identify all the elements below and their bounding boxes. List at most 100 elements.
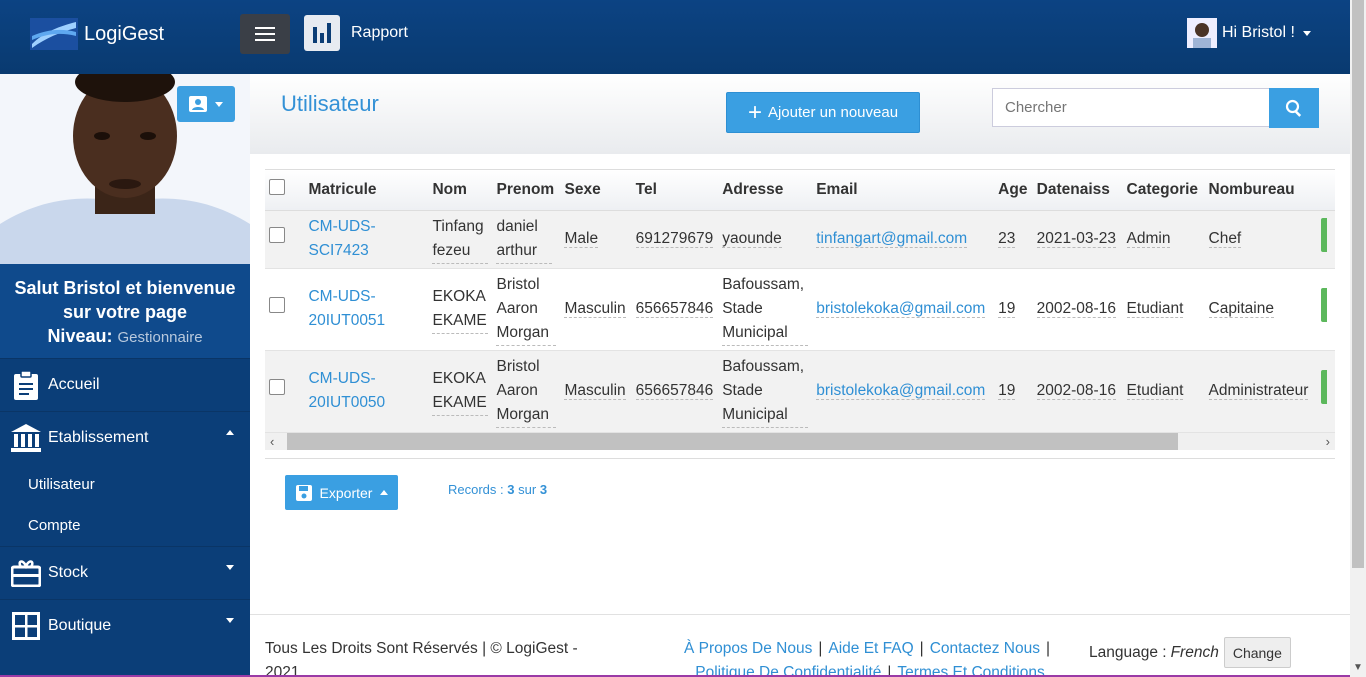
email-link[interactable]: bristolekoka@gmail.com [816, 382, 986, 400]
sidebar-item-stock[interactable]: Stock [0, 546, 250, 599]
language-label: Language : [1089, 643, 1167, 661]
chevron-up-icon [380, 490, 389, 495]
chevron-down-icon [1302, 30, 1311, 36]
contact-card-icon [189, 96, 207, 112]
row-action-button[interactable] [1320, 288, 1327, 322]
welcome-text: Salut Bristol et bienvenue sur votre pag… [14, 278, 236, 322]
sidebar-subitem-label: Utilisateur [28, 476, 95, 493]
top-navbar: LogiGest Rapport Hi Bristol ! [0, 0, 1350, 74]
search-input[interactable] [992, 88, 1269, 127]
search-bar [992, 88, 1319, 128]
records-shown: 3 [507, 482, 515, 497]
cell-nombureau: Capitaine [1208, 300, 1274, 318]
scrollbar-thumb[interactable] [1352, 0, 1364, 568]
col-header-datenaiss[interactable]: Datenaiss [1032, 170, 1123, 211]
level-label: Niveau: [47, 326, 113, 346]
matricule-link[interactable]: CM-UDS-SCI7423 [308, 215, 388, 263]
vertical-scrollbar[interactable]: ▼ [1350, 0, 1366, 677]
user-greeting: Hi Bristol ! [1222, 24, 1295, 41]
row-checkbox[interactable] [269, 297, 285, 313]
sidebar-item-label: Boutique [48, 617, 112, 634]
col-header-matricule[interactable]: Matricule [304, 170, 429, 211]
chevron-down-icon [226, 565, 234, 570]
col-header-prenom[interactable]: Prenom [492, 170, 561, 211]
table-row[interactable]: CM-UDS-20IUT0050 EKOKA EKAME Bristol Aar… [265, 350, 1335, 433]
row-checkbox[interactable] [269, 379, 285, 395]
row-action-button[interactable] [1320, 370, 1327, 404]
horizontal-scrollbar[interactable]: ‹ › [265, 433, 1335, 450]
footer-link-contact[interactable]: Contactez Nous [930, 640, 1040, 657]
cell-datenaiss: 2002-08-16 [1036, 300, 1116, 318]
row-action-button[interactable] [1320, 218, 1327, 252]
col-header-sexe[interactable]: Sexe [560, 170, 632, 211]
footer-link-about[interactable]: À Propos De Nous [684, 640, 812, 657]
cell-tel: 656657846 [635, 300, 714, 318]
brand[interactable]: LogiGest [30, 18, 164, 50]
row-checkbox[interactable] [269, 227, 285, 243]
bank-icon [10, 422, 42, 454]
avatar [1187, 18, 1217, 48]
change-language-button[interactable]: Change [1223, 637, 1291, 668]
cell-adresse: Bafoussam, Stade Municipal [722, 355, 809, 428]
user-dropdown[interactable]: Hi Bristol ! [1187, 18, 1311, 48]
cell-prenom: Bristol Aaron Morgan [496, 273, 557, 346]
col-header-adresse[interactable]: Adresse [718, 170, 813, 211]
cell-nom: EKOKA EKAME [432, 285, 489, 334]
sidebar-subitem-utilisateur[interactable]: Utilisateur [0, 464, 250, 505]
footer-link-faq[interactable]: Aide Et FAQ [828, 640, 913, 657]
language-switcher: Language : French Change [1089, 637, 1291, 668]
users-table-container: Matricule Nom Prenom Sexe Tel Adresse Em… [265, 169, 1335, 459]
select-all-checkbox[interactable] [269, 179, 285, 196]
sidebar-item-accueil[interactable]: Accueil [0, 358, 250, 411]
col-header-age[interactable]: Age [994, 170, 1033, 211]
scrollbar-thumb[interactable] [287, 433, 1178, 450]
sidebar-item-label: Accueil [48, 376, 100, 393]
add-new-button[interactable]: + Ajouter un nouveau [726, 92, 920, 133]
cell-prenom: daniel arthur [496, 215, 553, 264]
cell-categorie: Admin [1126, 230, 1171, 248]
email-link[interactable]: tinfangart@gmail.com [816, 230, 968, 248]
export-button[interactable]: Exporter [285, 475, 398, 510]
col-header-nom[interactable]: Nom [428, 170, 493, 211]
col-header-email[interactable]: Email [812, 170, 995, 211]
col-header-categorie[interactable]: Categorie [1122, 170, 1205, 211]
chevron-down-icon [215, 101, 223, 107]
export-label: Exporter [319, 484, 373, 501]
sidebar-subitem-compte[interactable]: Compte [0, 505, 250, 546]
scroll-right-icon[interactable]: › [1326, 433, 1330, 450]
cell-age: 23 [998, 230, 1016, 248]
cell-categorie: Etudiant [1126, 382, 1184, 400]
col-header-tel[interactable]: Tel [631, 170, 719, 211]
cell-categorie: Etudiant [1126, 300, 1184, 318]
hamburger-menu-button[interactable] [240, 14, 290, 54]
cell-tel: 656657846 [635, 382, 714, 400]
sidebar-item-etablissement[interactable]: Etablissement [0, 411, 250, 464]
matricule-link[interactable]: CM-UDS-20IUT0050 [308, 367, 424, 415]
welcome-panel: Salut Bristol et bienvenue sur votre pag… [0, 264, 250, 358]
scroll-down-icon[interactable]: ▼ [1353, 662, 1363, 673]
profile-menu-button[interactable] [177, 86, 235, 122]
cell-nombureau: Administrateur [1208, 382, 1309, 400]
clipboard-user-icon [10, 369, 42, 401]
cell-prenom: Bristol Aaron Morgan [496, 355, 557, 428]
matricule-link[interactable]: CM-UDS-20IUT0051 [308, 285, 424, 333]
records-sep: sur [518, 482, 537, 497]
level-value: Gestionnaire [117, 329, 203, 346]
table-row[interactable]: CM-UDS-20IUT0051 EKOKA EKAME Bristol Aar… [265, 268, 1335, 351]
rapport-link[interactable]: Rapport [304, 15, 408, 51]
bar-chart-icon [304, 15, 340, 51]
main-content: Utilisateur + Ajouter un nouveau Matricu… [250, 74, 1350, 614]
col-header-nombureau[interactable]: Nombureau [1204, 170, 1317, 211]
email-link[interactable]: bristolekoka@gmail.com [816, 300, 986, 318]
cell-tel: 691279679 [635, 230, 714, 248]
search-button[interactable] [1269, 88, 1319, 128]
scroll-left-icon[interactable]: ‹ [270, 433, 274, 450]
sidebar-item-boutique[interactable]: Boutique [0, 599, 250, 652]
rapport-label: Rapport [351, 24, 408, 41]
table-row[interactable]: CM-UDS-SCI7423 Tinfang fezeu daniel arth… [265, 210, 1335, 269]
cell-age: 19 [998, 300, 1016, 318]
sidebar-item-label: Etablissement [48, 429, 149, 446]
users-table: Matricule Nom Prenom Sexe Tel Adresse Em… [265, 170, 1335, 433]
chevron-up-icon [226, 430, 234, 435]
cell-sexe: Male [564, 230, 599, 248]
